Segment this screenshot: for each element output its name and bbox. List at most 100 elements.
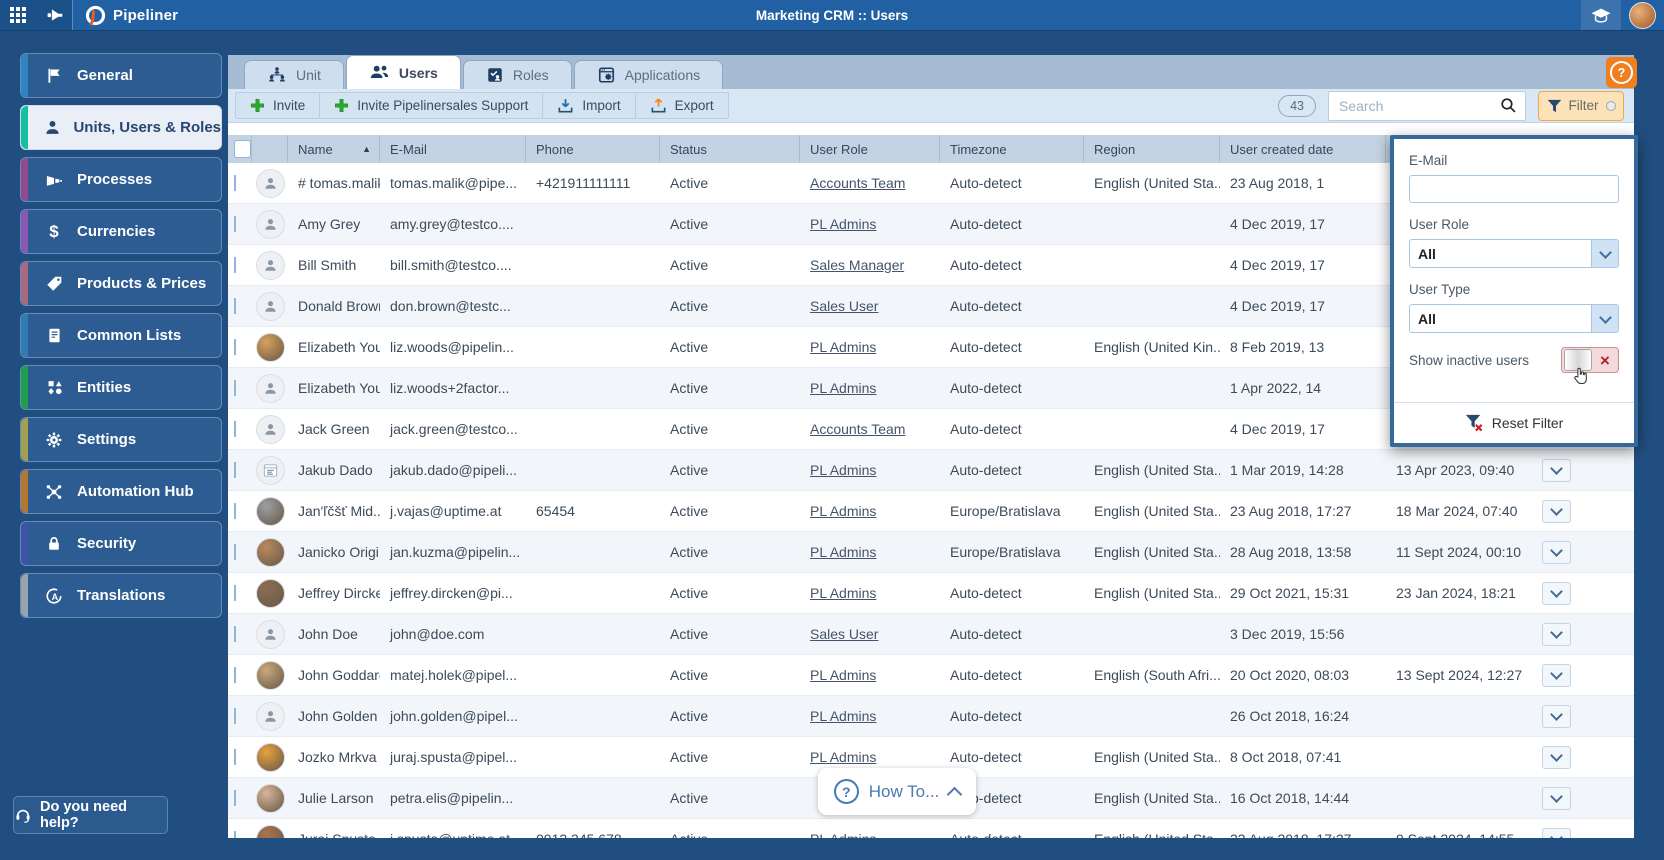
column-header-user-created-date[interactable]: User created date [1220,135,1386,163]
column-header-phone[interactable]: Phone [526,135,660,163]
filter-button[interactable]: Filter [1538,90,1624,121]
user-role-link[interactable]: PL Admins [810,585,876,601]
tab-applications[interactable]: Applications [573,60,724,89]
sidebar-item-entities[interactable]: Entities [20,365,222,410]
column-header-user-role[interactable]: User Role [800,135,940,163]
row-actions-button[interactable] [1541,745,1571,769]
user-role-link[interactable]: Sales Manager [810,257,904,273]
user-role-link[interactable]: Accounts Team [810,175,905,191]
sidebar-item-units-users-roles[interactable]: Units, Users & Roles [20,105,222,150]
sidebar-item-common-lists[interactable]: Common Lists [20,313,222,358]
user-role-link[interactable]: Accounts Team [810,421,905,437]
row-actions-button[interactable] [1541,786,1571,810]
user-role-link[interactable]: PL Admins [810,380,876,396]
user-role-link[interactable]: PL Admins [810,339,876,355]
tab-users[interactable]: Users [345,55,461,89]
row-checkbox[interactable] [234,175,236,191]
row-actions-button[interactable] [1541,622,1571,646]
row-checkbox[interactable] [234,708,236,724]
row-checkbox[interactable] [234,257,236,273]
user-role-link[interactable]: PL Admins [810,216,876,232]
user-role-link[interactable]: PL Admins [810,462,876,478]
sidebar-item-settings[interactable]: Settings [20,417,222,462]
megaphone-icon[interactable] [36,0,72,30]
row-checkbox[interactable] [234,749,236,765]
row-actions-button[interactable] [1541,540,1571,564]
sidebar-item-translations[interactable]: A Translations [20,573,222,618]
column-label: User Role [810,141,868,157]
search-input[interactable] [1337,96,1500,115]
row-actions-button[interactable] [1541,581,1571,605]
cell-region: English (United Sta... [1094,544,1220,560]
sidebar-item-products-prices[interactable]: Products & Prices [20,261,222,306]
user-role-link[interactable]: Sales User [810,298,878,314]
row-checkbox[interactable] [234,544,236,560]
row-actions-button[interactable] [1541,663,1571,687]
row-checkbox[interactable] [234,626,236,642]
cell-name: Amy Grey [298,216,361,232]
invite-pipelinersales-support-button[interactable]: Invite Pipelinersales Support [319,92,544,119]
tab-roles[interactable]: Roles [462,60,572,89]
row-checkbox[interactable] [234,503,236,519]
pipeliner-logo[interactable]: Pipeliner [85,5,178,26]
tab-unit[interactable]: Unit [244,60,344,89]
how-to-button[interactable]: ? How To... [818,768,976,815]
user-role-link[interactable]: PL Admins [810,503,876,519]
sidebar-item-general[interactable]: General [20,53,222,98]
column-header-region[interactable]: Region [1084,135,1220,163]
sidebar-item-security[interactable]: Security [20,521,222,566]
row-checkbox[interactable] [234,216,236,232]
show-inactive-label: Show inactive users [1409,352,1530,368]
row-checkbox[interactable] [234,831,236,838]
column-header-e-mail[interactable]: E-Mail [380,135,526,163]
tab-label: Roles [512,67,549,83]
invite-button[interactable]: Invite [235,92,321,119]
user-role-link[interactable]: PL Admins [810,749,876,765]
row-checkbox[interactable] [234,585,236,601]
user-role-link[interactable]: PL Admins [810,667,876,683]
cell-last-date: 13 Sept 2024, 12:27 [1396,667,1523,683]
row-checkbox[interactable] [234,298,236,314]
import-icon [557,97,574,114]
sidebar-item-processes[interactable]: Processes [20,157,222,202]
select-all-checkbox[interactable] [234,140,251,158]
cell-timezone: Auto-detect [950,380,1022,396]
app-grid-icon[interactable] [0,0,36,30]
user-role-link[interactable]: PL Admins [810,544,876,560]
sidebar-item-color-edge [21,54,28,97]
user-role-link[interactable]: Sales User [810,626,878,642]
academy-cap-icon[interactable] [1581,0,1621,30]
row-actions-button[interactable] [1541,827,1571,838]
user-role-link[interactable]: PL Admins [810,831,876,838]
export-button[interactable]: Export [634,92,729,119]
row-checkbox[interactable] [234,462,236,478]
import-button[interactable]: Import [542,92,636,119]
brand-name: Pipeliner [113,6,179,24]
user-type-select[interactable]: All [1409,304,1619,333]
user-avatar[interactable] [1629,1,1656,29]
help-button[interactable]: ? [1606,57,1637,88]
cell-region: English (United Sta... [1084,831,1220,838]
row-actions-button[interactable] [1541,458,1571,482]
row-checkbox[interactable] [234,380,236,396]
column-header-name[interactable]: Name ▲ [288,135,380,163]
cell-timezone: Auto-detect [950,257,1022,273]
row-checkbox[interactable] [234,339,236,355]
show-inactive-toggle[interactable]: × [1561,347,1619,385]
column-header-status[interactable]: Status [660,135,800,163]
row-actions-button[interactable] [1541,499,1571,523]
need-help-button[interactable]: Do you need help? [13,796,168,834]
row-checkbox[interactable] [234,667,236,683]
row-checkbox[interactable] [234,421,236,437]
sidebar-item-currencies[interactable]: $ Currencies [20,209,222,254]
email-filter-input[interactable] [1409,175,1619,203]
reset-filter-button[interactable]: Reset Filter [1394,402,1634,443]
sidebar-item-automation-hub[interactable]: Automation Hub [20,469,222,514]
row-actions-button[interactable] [1541,704,1571,728]
search-icon[interactable] [1500,97,1517,114]
user-role-select[interactable]: All [1409,239,1619,268]
user-role-link[interactable]: PL Admins [810,708,876,724]
column-header-timezone[interactable]: Timezone [940,135,1084,163]
user-type-value: All [1418,310,1436,327]
row-checkbox[interactable] [234,790,236,806]
